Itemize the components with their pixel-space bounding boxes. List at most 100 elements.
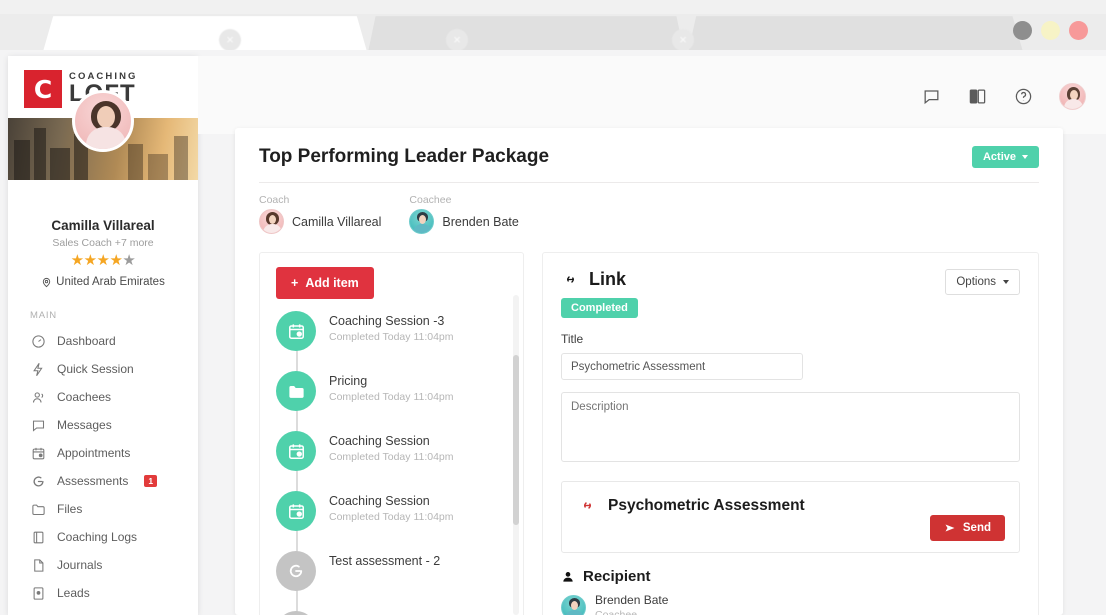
book-icon[interactable] [967, 87, 987, 107]
star-icon: ★ [97, 252, 110, 269]
minimize-dot[interactable] [1013, 21, 1032, 40]
coach-person[interactable]: Camilla Villareal [259, 209, 381, 234]
link-preview-card: Psychometric Assessment Send [561, 481, 1020, 553]
sidebar-item-leads[interactable]: Leads [8, 579, 198, 607]
recipient-row[interactable]: Brenden Bate Coachee [561, 593, 1020, 615]
panels-row: + Add item Coaching Session -3 Completed… [235, 234, 1063, 615]
close-dot[interactable] [1069, 21, 1088, 40]
link-icon [561, 270, 580, 289]
avatar [72, 90, 134, 152]
list-item-title: Coaching Session -3 [329, 314, 454, 328]
sidebar-item-label: Quick Session [57, 362, 134, 376]
sidebar: C COACHING LOFT Camilla Villareal Sales … [8, 56, 198, 615]
sidebar-item-quick-session[interactable]: Quick Session [8, 355, 198, 383]
nav-section-label: MAIN [8, 288, 198, 327]
sidebar-item-coaching-logs[interactable]: Coaching Logs [8, 523, 198, 551]
rating-stars: ★★★★★ [16, 251, 190, 269]
status-badge: 1 [144, 475, 157, 487]
avatar [259, 209, 284, 234]
list-item-body: Sample 360 Assessment [329, 611, 467, 615]
participants: Coach Camilla Villareal Coachee Brenden … [259, 183, 1039, 234]
sidebar-item-label: Messages [57, 418, 112, 432]
sidebar-item-dashboard[interactable]: Dashboard [8, 327, 198, 355]
sidebar-item-assessments[interactable]: Assessments 1 [8, 467, 198, 495]
coach-block: Coach Camilla Villareal [259, 194, 381, 234]
window-controls [1013, 21, 1088, 40]
sidebar-item-label: Dashboard [57, 334, 116, 348]
status-label: Active [983, 151, 1016, 163]
logo-mark-letter: C [34, 77, 52, 102]
location-pin-icon [41, 277, 52, 288]
folder-icon [30, 501, 46, 517]
options-button[interactable]: Options [945, 269, 1020, 295]
list-item-subtitle: Completed Today 11:04pm [329, 391, 454, 403]
close-icon[interactable]: × [672, 29, 694, 51]
help-icon[interactable] [1013, 87, 1033, 107]
title-input[interactable] [561, 353, 803, 380]
logo-mark-icon: C [24, 70, 62, 108]
list-item-title: Test assessment - 2 [329, 554, 440, 568]
profile-location-label: United Arab Emirates [56, 276, 165, 288]
coachee-block: Coachee Brenden Bate [409, 194, 518, 234]
sidebar-item-coachees[interactable]: Coachees [8, 383, 198, 411]
list-item-body: Pricing Completed Today 11:04pm [329, 371, 454, 403]
profile-name: Camilla Villareal [16, 218, 190, 233]
description-textarea[interactable] [561, 392, 1020, 462]
list-item[interactable]: Coaching Session Completed Today 11:04pm [276, 431, 523, 491]
sidebar-item-label: Files [57, 502, 82, 516]
star-icon: ★ [71, 252, 84, 269]
scrollbar[interactable] [513, 295, 519, 615]
list-item[interactable]: Test assessment - 2 [276, 551, 523, 611]
detail-title-label: Link [589, 269, 626, 290]
plus-icon: + [291, 276, 298, 290]
detail-title: Link [561, 269, 638, 290]
list-item-title: Pricing [329, 374, 454, 388]
maximize-dot[interactable] [1041, 21, 1060, 40]
bolt-icon [30, 361, 46, 377]
list-item-subtitle: Completed Today 11:04pm [329, 451, 454, 463]
add-item-button[interactable]: + Add item [276, 267, 374, 299]
list-item[interactable]: Coaching Session -3 Completed Today 11:0… [276, 311, 523, 371]
coachee-person[interactable]: Brenden Bate [409, 209, 518, 234]
sidebar-item-journals[interactable]: Journals [8, 551, 198, 579]
book-icon [30, 529, 46, 545]
profile-location: United Arab Emirates [16, 276, 190, 288]
close-icon[interactable]: × [219, 29, 241, 51]
list-item[interactable]: Sample 360 Assessment [276, 611, 523, 615]
scrollbar-thumb[interactable] [513, 355, 519, 525]
profile-info: Camilla Villareal Sales Coach +7 more ★★… [8, 180, 198, 288]
sidebar-item-appointments[interactable]: Appointments [8, 439, 198, 467]
chevron-down-icon [1003, 280, 1009, 284]
sidebar-item-messages[interactable]: Messages [8, 411, 198, 439]
app-shell: C COACHING LOFT Camilla Villareal Sales … [0, 50, 1106, 615]
chat-icon[interactable] [921, 87, 941, 107]
send-button[interactable]: Send [930, 515, 1005, 541]
star-icon-empty: ★ [122, 252, 135, 269]
items-list: + Add item Coaching Session -3 Completed… [260, 253, 523, 615]
chevron-down-icon [1022, 155, 1028, 159]
list-item[interactable]: Pricing Completed Today 11:04pm [276, 371, 523, 431]
sidebar-item-files[interactable]: Files [8, 495, 198, 523]
recipient-role: Coachee [595, 609, 668, 615]
calendar-clock-icon [276, 311, 316, 351]
send-icon [944, 522, 956, 534]
list-item-title: Coaching Session [329, 494, 454, 508]
page-title: Top Performing Leader Package [259, 146, 549, 168]
list-item-body: Coaching Session Completed Today 11:04pm [329, 491, 454, 523]
sidebar-item-engagements[interactable]: Engagements [8, 607, 198, 615]
avatar[interactable] [1059, 83, 1086, 110]
engagement-detail-card: Top Performing Leader Package Active Coa… [235, 128, 1063, 615]
sidebar-item-label: Coaching Logs [57, 530, 137, 544]
list-item[interactable]: Coaching Session Completed Today 11:04pm [276, 491, 523, 551]
close-icon[interactable]: × [446, 29, 468, 51]
link-card-title: Psychometric Assessment [578, 496, 1003, 515]
person-icon [561, 570, 575, 584]
sidebar-item-label: Assessments [57, 474, 128, 488]
status-dropdown[interactable]: Active [972, 146, 1039, 168]
assessment-icon [30, 473, 46, 489]
header-actions [921, 83, 1086, 110]
avatar [409, 209, 434, 234]
top-header-bar [198, 56, 1106, 134]
send-label: Send [963, 522, 991, 534]
recipient-name: Brenden Bate [595, 593, 668, 607]
